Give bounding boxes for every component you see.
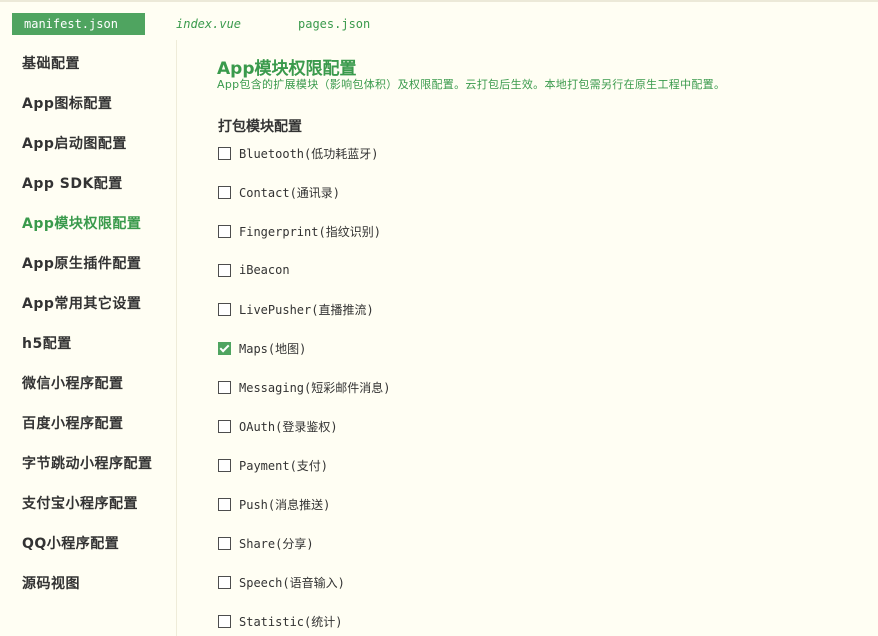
- module-label: OAuth(登录鉴权): [239, 419, 338, 434]
- tab-index-vue[interactable]: index.vue: [176, 13, 241, 35]
- module-label: Contact(通讯录): [239, 185, 341, 200]
- section-title-package-modules: 打包模块配置: [218, 119, 302, 135]
- sidebar-item-app-native-plugins[interactable]: App原生插件配置: [22, 252, 141, 276]
- checkbox-payment[interactable]: [218, 458, 231, 472]
- module-fingerprint[interactable]: Fingerprint(指纹识别): [218, 222, 381, 240]
- module-label: Payment(支付): [239, 458, 329, 473]
- config-sidebar: 基础配置 App图标配置 App启动图配置 App SDK配置 App模块权限配…: [0, 40, 177, 636]
- module-label: Share(分享): [239, 536, 314, 551]
- module-share[interactable]: Share(分享): [218, 534, 314, 552]
- checkbox-bluetooth[interactable]: [218, 146, 231, 160]
- checkbox-share[interactable]: [218, 536, 231, 550]
- sidebar-item-qq-miniprogram[interactable]: QQ小程序配置: [22, 532, 119, 556]
- sidebar-item-bytedance-miniprogram[interactable]: 字节跳动小程序配置: [22, 452, 153, 476]
- tab-pages-json[interactable]: pages.json: [298, 13, 370, 35]
- sidebar-item-app-sdk-config[interactable]: App SDK配置: [22, 172, 123, 196]
- checkbox-push[interactable]: [218, 497, 231, 511]
- module-contact[interactable]: Contact(通讯录): [218, 183, 340, 201]
- checkbox-livepusher[interactable]: [218, 302, 231, 316]
- module-label: Speech(语音输入): [239, 575, 345, 590]
- module-label: Push(消息推送): [239, 497, 331, 512]
- module-payment[interactable]: Payment(支付): [218, 456, 328, 474]
- page-description: App包含的扩展模块（影响包体积）及权限配置。云打包后生效。本地打包需另行在原生…: [217, 78, 726, 91]
- tab-manifest-json[interactable]: manifest.json: [12, 13, 145, 35]
- sidebar-item-app-icon-config[interactable]: App图标配置: [22, 92, 112, 116]
- sidebar-item-basic-config[interactable]: 基础配置: [22, 52, 80, 76]
- module-livepusher[interactable]: LivePusher(直播推流): [218, 300, 374, 318]
- editor-tab-bar: manifest.json index.vue pages.json: [0, 0, 878, 40]
- checkbox-ibeacon[interactable]: [218, 263, 231, 277]
- sidebar-item-baidu-miniprogram[interactable]: 百度小程序配置: [22, 412, 124, 436]
- sidebar-item-source-view[interactable]: 源码视图: [22, 572, 80, 596]
- sidebar-item-app-module-permissions[interactable]: App模块权限配置: [22, 212, 141, 236]
- module-label: Maps(地图): [239, 341, 307, 356]
- module-label: Bluetooth(低功耗蓝牙): [239, 146, 379, 161]
- module-ibeacon[interactable]: iBeacon: [218, 261, 290, 279]
- sidebar-item-wechat-miniprogram[interactable]: 微信小程序配置: [22, 372, 124, 396]
- checkbox-oauth[interactable]: [218, 419, 231, 433]
- checkbox-speech[interactable]: [218, 575, 231, 589]
- module-oauth[interactable]: OAuth(登录鉴权): [218, 417, 338, 435]
- sidebar-item-alipay-miniprogram[interactable]: 支付宝小程序配置: [22, 492, 138, 516]
- module-maps[interactable]: Maps(地图): [218, 339, 306, 357]
- checkbox-statistic[interactable]: [218, 614, 231, 628]
- checkbox-maps-checked[interactable]: [218, 341, 231, 355]
- module-push[interactable]: Push(消息推送): [218, 495, 330, 513]
- module-label: Fingerprint(指纹识别): [239, 224, 381, 239]
- checkbox-messaging[interactable]: [218, 380, 231, 394]
- sidebar-item-h5-config[interactable]: h5配置: [22, 332, 72, 356]
- module-speech[interactable]: Speech(语音输入): [218, 573, 345, 591]
- checkbox-contact[interactable]: [218, 185, 231, 199]
- sidebar-item-app-other-settings[interactable]: App常用其它设置: [22, 292, 141, 316]
- module-bluetooth[interactable]: Bluetooth(低功耗蓝牙): [218, 144, 378, 162]
- module-label: Messaging(短彩邮件消息): [239, 380, 391, 395]
- sidebar-item-app-splash-config[interactable]: App启动图配置: [22, 132, 127, 156]
- module-statistic[interactable]: Statistic(统计): [218, 612, 342, 630]
- module-messaging[interactable]: Messaging(短彩邮件消息): [218, 378, 390, 396]
- checkbox-fingerprint[interactable]: [218, 224, 231, 238]
- module-label: Statistic(统计): [239, 614, 343, 629]
- module-label: iBeacon: [239, 263, 290, 277]
- module-label: LivePusher(直播推流): [239, 302, 374, 317]
